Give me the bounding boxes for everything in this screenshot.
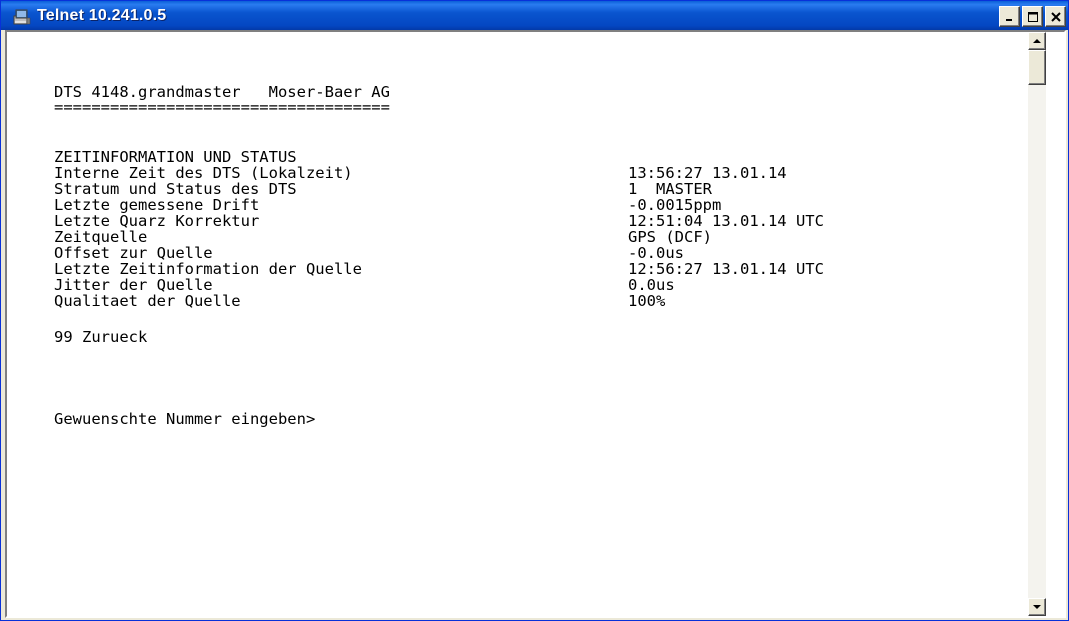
row-label: Stratum und Status des DTS (54, 180, 297, 198)
row-label: Letzte gemessene Drift (54, 196, 260, 214)
row-label: Letzte Quarz Korrektur (54, 212, 260, 230)
section-title: ZEITINFORMATION UND STATUS (54, 148, 297, 166)
row-label: Letzte Zeitinformation der Quelle (54, 260, 362, 278)
close-icon (1050, 11, 1061, 22)
telnet-terminal-icon (13, 7, 31, 25)
row-value: 1 MASTER (628, 180, 712, 198)
row-label: Zeitquelle (54, 228, 148, 246)
arrow-down-icon (1033, 605, 1041, 609)
row-label: Qualitaet der Quelle (54, 292, 241, 310)
row-value: -0.0us (628, 244, 684, 262)
row-value: -0.0015ppm (628, 196, 722, 214)
maximize-icon (1027, 11, 1038, 22)
arrow-up-icon (1033, 39, 1041, 43)
console-area: DTS 4148.grandmaster Moser-Baer AG =====… (5, 30, 1066, 618)
scroll-up-button[interactable] (1028, 32, 1046, 50)
maximize-button[interactable] (1022, 6, 1043, 27)
title-bar[interactable]: Telnet 10.241.0.5 (1, 1, 1068, 30)
scrollbar-thumb[interactable] (1028, 50, 1046, 85)
window-controls (999, 6, 1066, 27)
close-button[interactable] (1045, 6, 1066, 27)
terminal-separator: ==================================== (54, 98, 390, 116)
telnet-window: Telnet 10.241.0.5 DTS 4148.grandmaster M… (0, 0, 1069, 621)
minimize-button[interactable] (999, 6, 1020, 27)
menu-back-option: 99 Zurueck (54, 328, 148, 346)
terminal-output[interactable]: DTS 4148.grandmaster Moser-Baer AG =====… (7, 32, 1028, 616)
window-title: Telnet 10.241.0.5 (37, 6, 167, 24)
row-label: Offset zur Quelle (54, 244, 213, 262)
row-label: Interne Zeit des DTS (Lokalzeit) (54, 164, 353, 182)
vertical-scrollbar[interactable] (1028, 32, 1046, 616)
row-value: 12:51:04 13.01.14 UTC (628, 212, 824, 230)
row-value: 0.0us (628, 276, 675, 294)
scroll-down-button[interactable] (1028, 598, 1046, 616)
input-prompt: Gewuenschte Nummer eingeben> (54, 410, 316, 428)
row-value: GPS (DCF) (628, 228, 712, 246)
row-label: Jitter der Quelle (54, 276, 213, 294)
row-value: 12:56:27 13.01.14 UTC (628, 260, 824, 278)
minimize-icon (1005, 18, 1012, 21)
row-value: 100% (628, 292, 666, 310)
row-value: 13:56:27 13.01.14 (628, 164, 787, 182)
